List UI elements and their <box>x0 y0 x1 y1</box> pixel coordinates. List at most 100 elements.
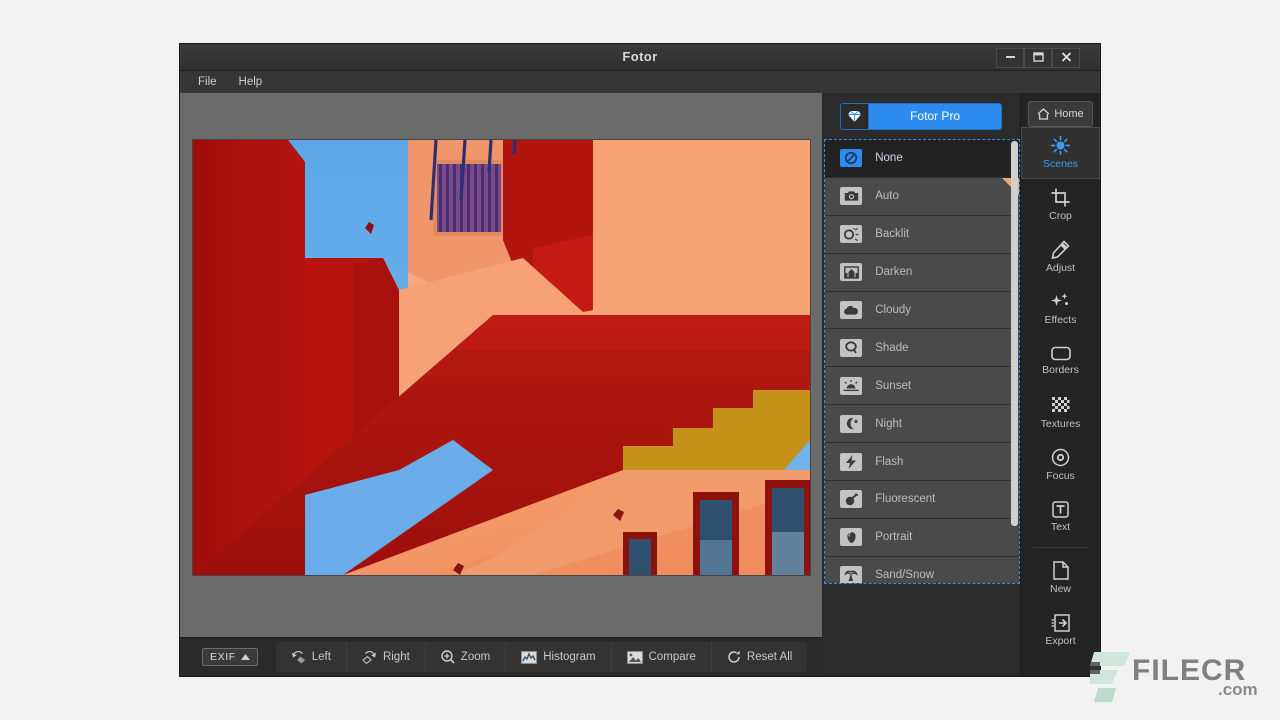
image-tools-group: Left Right <box>276 642 808 672</box>
filecr-logo-icon <box>1090 652 1130 704</box>
tool-item-scenes[interactable]: Scenes <box>1021 127 1100 179</box>
close-icon <box>1061 52 1072 62</box>
scene-item-backlit[interactable]: Backlit <box>825 216 1019 254</box>
tool-item-text[interactable]: Text <box>1021 491 1100 543</box>
scenes-list[interactable]: None Auto ✦ Backlit <box>824 139 1020 584</box>
histogram-button[interactable]: Histogram <box>506 642 611 672</box>
scene-item-flash[interactable]: Flash <box>825 443 1019 481</box>
tool-label: Textures <box>1041 418 1081 430</box>
scene-label: Sunset <box>875 380 911 392</box>
compare-image-icon <box>627 651 643 664</box>
scene-item-cloudy[interactable]: Cloudy <box>825 292 1019 330</box>
tool-item-focus[interactable]: Focus <box>1021 439 1100 491</box>
palm-tree-icon <box>840 566 862 584</box>
camera-icon <box>840 187 862 205</box>
reset-all-label: Reset All <box>747 651 792 663</box>
tool-item-new[interactable]: New <box>1021 552 1100 604</box>
title-bar: Fotor <box>180 44 1100 71</box>
rotate-left-label: Left <box>312 651 331 663</box>
histogram-label: Histogram <box>543 651 595 663</box>
filecr-watermark-suffix: .com <box>1218 680 1258 700</box>
cloud-icon <box>840 301 862 319</box>
scene-item-auto[interactable]: Auto ✦ <box>825 178 1019 216</box>
zoom-button[interactable]: Zoom <box>426 642 506 672</box>
backlit-sun-icon <box>840 225 862 243</box>
scene-label: Darken <box>875 266 912 278</box>
tool-item-export[interactable]: Export <box>1021 604 1100 656</box>
scene-item-night[interactable]: Night <box>825 405 1019 443</box>
tool-item-textures[interactable]: Textures <box>1021 387 1100 439</box>
scene-item-none[interactable]: None <box>825 140 1019 178</box>
canvas-area[interactable] <box>180 93 823 638</box>
window-body: EXIF Left <box>180 93 1100 676</box>
tool-label: New <box>1050 583 1071 595</box>
close-button[interactable] <box>1052 48 1080 68</box>
menu-bar: File Help <box>180 71 1100 94</box>
window-grille-top <box>435 162 503 234</box>
caret-up-icon <box>241 654 250 660</box>
app-root: Fotor File Help <box>0 0 1280 720</box>
menu-item-help[interactable]: Help <box>239 76 263 88</box>
window-title: Fotor <box>180 44 1100 70</box>
reset-circle-icon <box>727 650 741 664</box>
home-label: Home <box>1054 108 1083 120</box>
home-button[interactable]: Home <box>1028 101 1093 127</box>
tool-item-crop[interactable]: Crop <box>1021 179 1100 231</box>
portrait-head-icon <box>840 528 862 546</box>
exif-label: EXIF <box>210 651 236 663</box>
rotate-left-button[interactable]: Left <box>276 642 347 672</box>
maximize-button[interactable] <box>1024 48 1052 68</box>
compare-label: Compare <box>649 651 696 663</box>
scene-label: Fluorescent <box>875 493 935 505</box>
zoom-label: Zoom <box>461 651 490 663</box>
tools-panel: Home Scenes <box>1020 93 1100 676</box>
canvas-pane: EXIF Left <box>180 93 822 676</box>
darken-building-icon <box>840 263 862 281</box>
crop-icon <box>1051 188 1070 207</box>
tool-item-borders[interactable]: Borders <box>1021 335 1100 387</box>
tool-label: Scenes <box>1043 158 1078 170</box>
scene-item-sunset[interactable]: Sunset <box>825 367 1019 405</box>
maximize-icon <box>1033 52 1044 62</box>
scene-label: Backlit <box>875 228 909 240</box>
rotate-left-icon <box>291 650 306 664</box>
shade-umbrella-icon <box>840 339 862 357</box>
tool-label: Crop <box>1049 210 1072 222</box>
scenes-panel: Fotor Pro None Auto <box>822 93 1020 676</box>
tool-item-effects[interactable]: Effects <box>1021 283 1100 335</box>
edited-photo[interactable] <box>193 140 810 575</box>
scenes-scrollbar[interactable] <box>1011 141 1018 526</box>
scene-item-sand-snow[interactable]: Sand/Snow <box>825 557 1019 584</box>
scene-label: Auto <box>875 190 899 202</box>
fotor-pro-button[interactable]: Fotor Pro <box>840 103 1002 130</box>
fluorescent-bulb-icon <box>840 490 862 508</box>
scene-item-fluorescent[interactable]: Fluorescent <box>825 481 1019 519</box>
tool-label: Adjust <box>1046 262 1075 274</box>
lightning-bolt-icon <box>840 453 862 471</box>
menu-item-file[interactable]: File <box>198 76 217 88</box>
pencil-icon <box>1051 240 1070 259</box>
minimize-button[interactable] <box>996 48 1024 68</box>
tool-label: Text <box>1051 521 1070 533</box>
home-icon <box>1037 108 1050 120</box>
moon-star-icon <box>840 415 862 433</box>
rotate-right-button[interactable]: Right <box>347 642 426 672</box>
tool-label: Focus <box>1046 470 1075 482</box>
histogram-icon <box>521 651 537 664</box>
tool-label: Borders <box>1042 364 1079 376</box>
zoom-plus-icon <box>441 650 455 664</box>
pro-row: Fotor Pro <box>822 93 1020 139</box>
filecr-watermark: FILECR .com <box>1090 652 1270 714</box>
exif-button[interactable]: EXIF <box>202 648 258 666</box>
scene-item-darken[interactable]: Darken <box>825 254 1019 292</box>
tool-item-adjust[interactable]: Adjust <box>1021 231 1100 283</box>
compare-button[interactable]: Compare <box>612 642 712 672</box>
minimize-icon <box>1005 52 1016 61</box>
checker-dots-icon <box>1051 396 1070 415</box>
bottom-toolbar: EXIF Left <box>180 637 823 676</box>
scene-label: Cloudy <box>875 304 911 316</box>
scene-item-portrait[interactable]: Portrait <box>825 519 1019 557</box>
scene-label: Night <box>875 418 902 430</box>
reset-all-button[interactable]: Reset All <box>712 642 807 672</box>
scene-item-shade[interactable]: Shade <box>825 329 1019 367</box>
